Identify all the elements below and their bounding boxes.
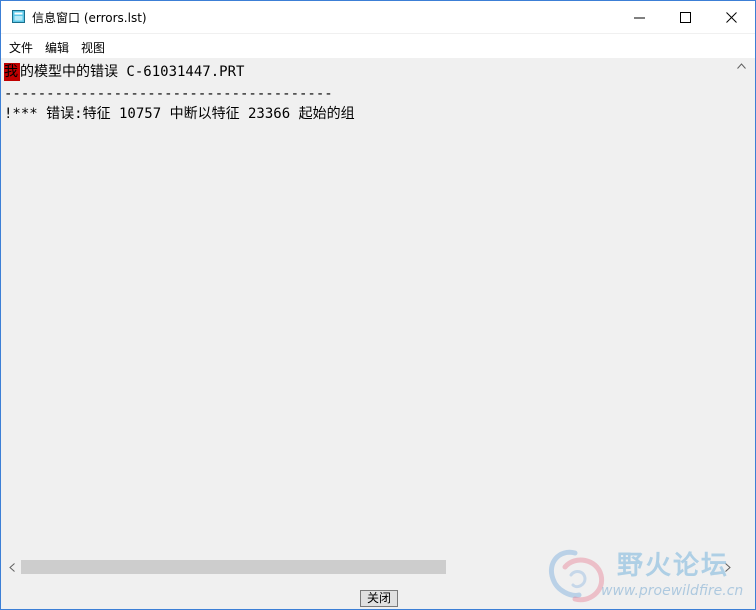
window-app-icon [12, 10, 25, 23]
close-window-button[interactable] [709, 1, 755, 33]
info-window: 信息窗口 (errors.lst) 文件 编辑 视图 我 的模型中的错误 C-6… [0, 0, 756, 610]
text-line-3: !*** 错误:特征 10757 中断以特征 23366 起始的组 [4, 106, 355, 122]
text-line-1: 的模型中的错误 C-61031447.PRT [20, 64, 245, 80]
text-line-2: --------------------------------------- [4, 86, 333, 102]
minimize-icon [634, 17, 645, 19]
maximize-icon [680, 12, 691, 23]
horizontal-scroll-thumb[interactable] [21, 560, 446, 574]
menu-view[interactable]: 视图 [81, 39, 105, 56]
menu-bar: 文件 编辑 视图 [1, 34, 755, 58]
caret-character: 我 [4, 64, 18, 80]
scroll-right-arrow-icon[interactable] [725, 563, 731, 572]
menu-file[interactable]: 文件 [9, 39, 33, 56]
minimize-button[interactable] [617, 1, 663, 33]
text-area-right-margin [709, 59, 726, 558]
close-button[interactable]: 关闭 [360, 590, 398, 607]
vertical-scrollbar[interactable] [726, 59, 754, 558]
text-content-area[interactable]: 我 的模型中的错误 C-61031447.PRT ---------------… [2, 59, 708, 558]
window-title: 信息窗口 (errors.lst) [32, 11, 147, 25]
scroll-up-arrow-icon[interactable] [737, 63, 746, 69]
horizontal-scrollbar[interactable] [2, 558, 754, 576]
dialog-footer: 关闭 [2, 576, 754, 609]
menu-edit[interactable]: 编辑 [45, 39, 69, 56]
title-bar[interactable]: 信息窗口 (errors.lst) [1, 1, 755, 33]
close-icon [726, 12, 737, 23]
maximize-button[interactable] [663, 1, 709, 33]
scroll-left-arrow-icon[interactable] [9, 563, 15, 572]
